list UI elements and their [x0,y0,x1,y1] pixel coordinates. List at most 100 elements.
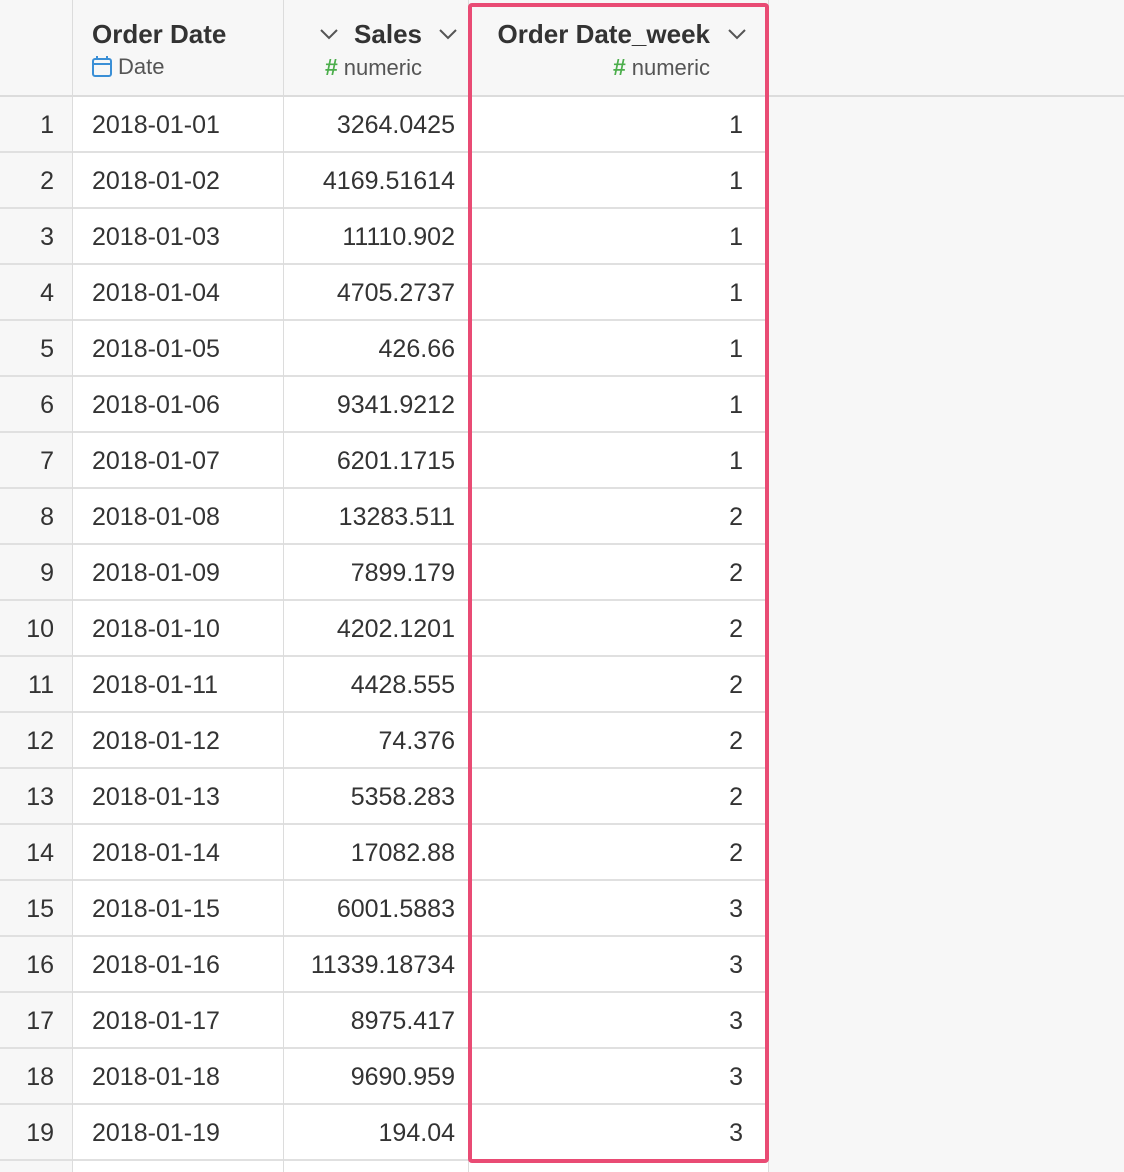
cell-sales[interactable]: 8975.417 [284,993,455,1047]
table-row[interactable]: 1 2018-01-01 3264.0425 1 [0,97,768,153]
cell-order-date[interactable]: 2018-01-11 [92,657,218,711]
table-row[interactable]: 6 2018-01-06 9341.9212 1 [0,377,768,433]
row-index: 14 [26,839,54,867]
cell-order-date-week[interactable]: 3 [476,937,743,991]
cell-order-date-week[interactable]: 2 [476,825,743,879]
row-index: 12 [26,727,54,755]
cell-sales[interactable]: 4169.51614 [284,153,455,207]
cell-order-date[interactable]: 2018-01-16 [92,937,220,991]
table-row[interactable]: 15 2018-01-15 6001.5883 3 [0,881,768,937]
column-type-label: numeric [343,54,422,80]
cell-order-date[interactable]: 2018-01-13 [92,769,220,823]
cell-order-date[interactable]: 2018-01-09 [92,545,220,599]
cell-sales[interactable]: 6001.5883 [284,881,455,935]
table-row[interactable]: 8 2018-01-08 13283.511 2 [0,489,768,545]
table-row[interactable]: 11 2018-01-11 4428.555 2 [0,657,768,713]
cell-order-date[interactable]: 2018-01-17 [92,993,220,1047]
table-row[interactable]: 9 2018-01-09 7899.179 2 [0,545,768,601]
row-index: 11 [28,671,54,699]
row-index: 7 [40,447,54,475]
cell-order-date-week[interactable]: 1 [476,377,743,431]
cell-order-date[interactable]: 2018-01-18 [92,1049,220,1103]
table-row[interactable]: 5 2018-01-05 426.66 1 [0,321,768,377]
column-header-order-date-week[interactable]: Order Date_week # numeric [468,0,768,95]
cell-order-date[interactable]: 2018-01-01 [92,97,220,151]
table-row[interactable]: 12 2018-01-12 74.376 2 [0,713,768,769]
cell-order-date-week[interactable]: 1 [476,209,743,263]
table-row[interactable]: 4 2018-01-04 4705.2737 1 [0,265,768,321]
row-index: 13 [26,783,54,811]
cell-order-date-week[interactable]: 1 [476,321,743,375]
row-index: 17 [26,1007,54,1035]
cell-sales[interactable]: 4705.2737 [284,265,455,319]
cell-order-date[interactable]: 2018-01-12 [92,713,220,767]
table-row[interactable]: 19 2018-01-19 194.04 3 [0,1105,768,1161]
cell-sales[interactable]: 17082.88 [284,825,455,879]
row-index: 9 [40,559,54,587]
cell-order-date[interactable]: 2018-01-02 [92,153,220,207]
cell-order-date[interactable]: 2018-01-07 [92,433,220,487]
row-index: 8 [40,503,54,531]
cell-order-date-week[interactable]: 2 [476,489,743,543]
cell-order-date-week[interactable]: 2 [476,657,743,711]
numeric-icon: # [612,54,626,80]
cell-order-date-week[interactable]: 1 [476,97,743,151]
cell-sales[interactable]: 4202.1201 [284,601,455,655]
cell-order-date-week[interactable]: 1 [476,433,743,487]
cell-sales[interactable]: 426.66 [284,321,455,375]
column-title: Sales [354,19,422,49]
table-row[interactable]: 17 2018-01-17 8975.417 3 [0,993,768,1049]
cell-order-date[interactable]: 2018-01-04 [92,265,220,319]
cell-order-date-week[interactable]: 2 [476,769,743,823]
cell-order-date[interactable]: 2018-01-10 [92,601,220,655]
table-row[interactable]: 7 2018-01-07 6201.1715 1 [0,433,768,489]
cell-order-date-week[interactable]: 1 [476,265,743,319]
numeric-icon: # [324,54,338,80]
cell-order-date-week[interactable]: 3 [476,1105,743,1159]
cell-order-date[interactable]: 2018-01-06 [92,377,220,431]
table-row[interactable]: 3 2018-01-03 11110.902 1 [0,209,768,265]
chevron-down-icon[interactable] [725,22,749,46]
cell-sales[interactable]: 6201.1715 [284,433,455,487]
cell-order-date-week[interactable]: 3 [476,1049,743,1103]
table-row[interactable]: 18 2018-01-18 9690.959 3 [0,1049,768,1105]
table-row[interactable]: 13 2018-01-13 5358.283 2 [0,769,768,825]
cell-order-date-week[interactable]: 2 [476,545,743,599]
cell-order-date[interactable]: 2018-01-08 [92,489,220,543]
table-row[interactable]: 10 2018-01-10 4202.1201 2 [0,601,768,657]
table-row[interactable]: 14 2018-01-14 17082.88 2 [0,825,768,881]
column-divider [72,0,73,1172]
cell-order-date-week[interactable]: 3 [476,993,743,1047]
cell-sales[interactable]: 11110.902 [284,209,455,263]
row-index: 19 [26,1119,54,1147]
cell-sales[interactable]: 13283.511 [284,489,455,543]
cell-order-date-week[interactable]: 1 [476,153,743,207]
column-divider [468,0,469,1172]
cell-order-date-week[interactable]: 2 [476,713,743,767]
column-header-order-date[interactable]: Order Date Date [72,0,338,95]
table-row[interactable]: 2 2018-01-02 4169.51614 1 [0,153,768,209]
row-index: 2 [40,167,54,195]
cell-sales[interactable]: 3264.0425 [284,97,455,151]
cell-order-date-week[interactable]: 3 [476,881,743,935]
cell-order-date[interactable]: 2018-01-03 [92,209,220,263]
calendar-icon [92,56,112,77]
cell-sales[interactable]: 9690.959 [284,1049,455,1103]
column-type: # numeric [325,54,422,81]
cell-sales[interactable]: 11339.18734 [284,937,455,991]
column-title: Order Date_week [497,19,710,49]
cell-order-date[interactable]: 2018-01-15 [92,881,220,935]
cell-sales[interactable]: 5358.283 [284,769,455,823]
table-row[interactable]: 16 2018-01-16 11339.18734 3 [0,937,768,993]
chevron-down-icon[interactable] [436,22,460,46]
column-header-sales[interactable]: Sales # numeric [283,0,468,95]
cell-order-date[interactable]: 2018-01-19 [92,1105,220,1159]
cell-sales[interactable]: 9341.9212 [284,377,455,431]
cell-order-date[interactable]: 2018-01-14 [92,825,220,879]
cell-sales[interactable]: 4428.555 [284,657,455,711]
cell-sales[interactable]: 7899.179 [284,545,455,599]
cell-order-date-week[interactable]: 2 [476,601,743,655]
cell-sales[interactable]: 74.376 [284,713,455,767]
cell-order-date[interactable]: 2018-01-05 [92,321,220,375]
cell-sales[interactable]: 194.04 [284,1105,455,1159]
